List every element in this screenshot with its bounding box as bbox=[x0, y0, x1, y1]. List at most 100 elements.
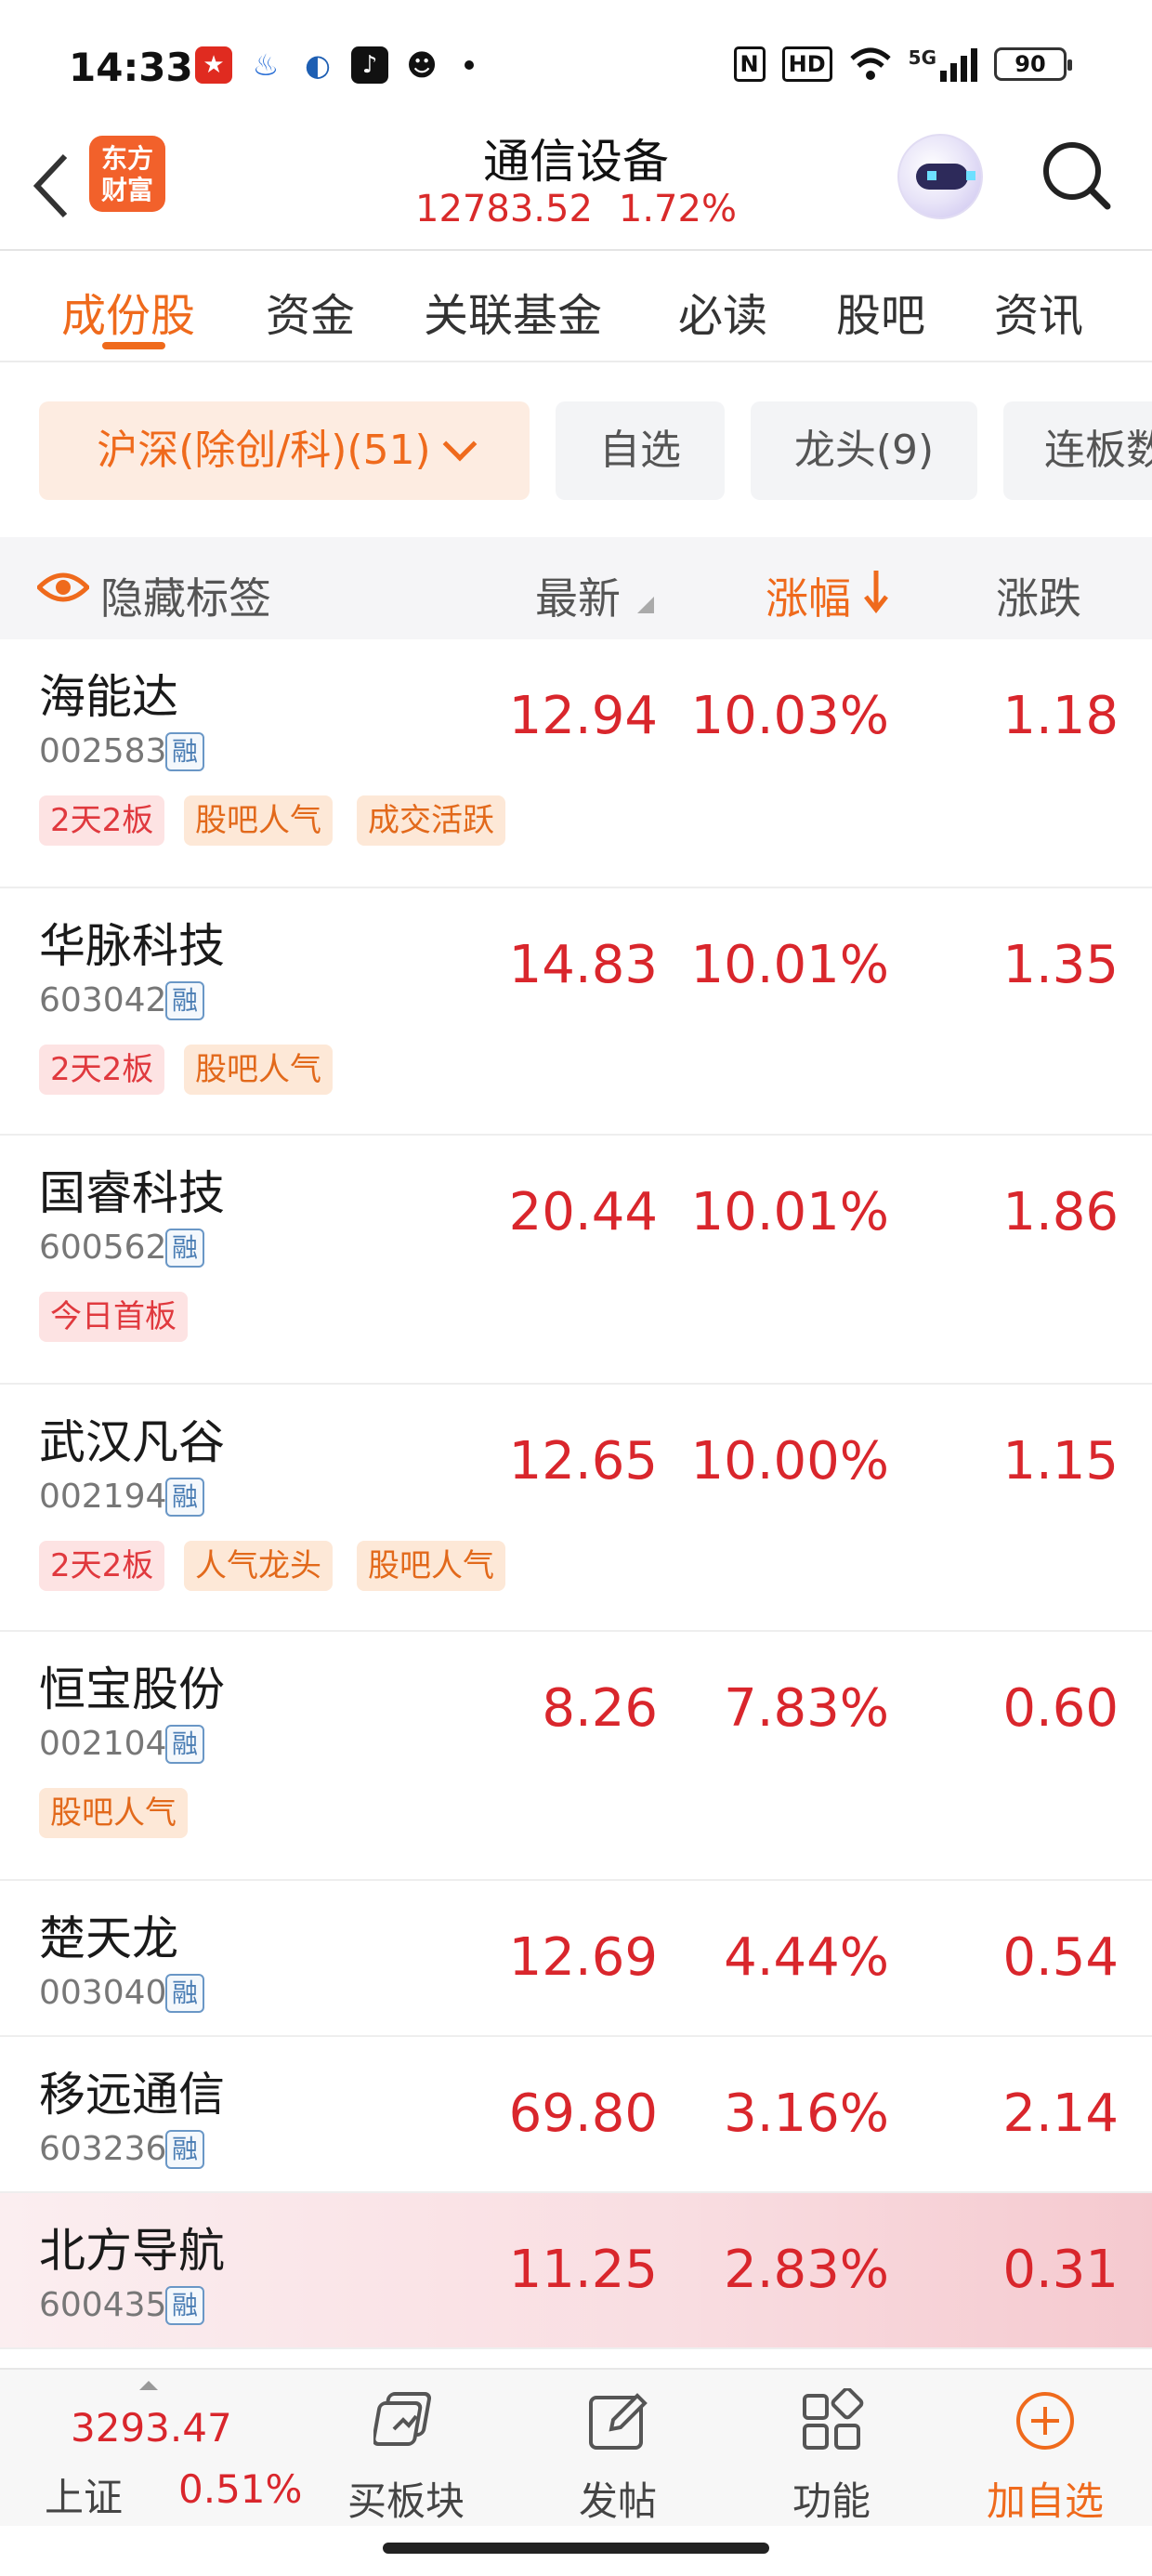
plus-circle-icon bbox=[1016, 2392, 1074, 2450]
stock-name: 北方导航 bbox=[39, 2224, 225, 2278]
pct-change: 4.44% bbox=[724, 1927, 889, 1988]
margin-badge: 融 bbox=[165, 981, 204, 1020]
pct-change: 10.00% bbox=[690, 1431, 889, 1492]
tab-news[interactable]: 资讯 bbox=[994, 279, 1083, 344]
pct-change: 7.83% bbox=[724, 1678, 889, 1739]
buy-sector-label: 买板块 bbox=[347, 2478, 465, 2524]
filter-market[interactable]: 沪深(除创/科)(51) bbox=[39, 401, 530, 500]
functions-button[interactable]: 功能 bbox=[753, 2386, 910, 2527]
tag: 2天2板 bbox=[39, 1045, 165, 1095]
sort-indicator-icon bbox=[637, 597, 654, 613]
status-bar: 14:33 ★ ♨ ◐ ♪ ☻ N HD 5G 90 bbox=[0, 0, 1152, 121]
stock-name: 移远通信 bbox=[39, 2068, 225, 2122]
robot-assistant-icon[interactable] bbox=[897, 134, 983, 219]
home-indicator[interactable] bbox=[383, 2543, 769, 2554]
buy-sector-icon bbox=[372, 2392, 432, 2446]
bottom-bar: 3293.47 上证 0.51% 买板块 发帖 功能 加自选 bbox=[0, 2368, 1152, 2526]
stock-name: 武汉凡谷 bbox=[39, 1415, 225, 1469]
tab-funds[interactable]: 资金 bbox=[266, 279, 355, 344]
column-header: 隐藏标签 最新 涨幅 涨跌 bbox=[0, 537, 1152, 639]
app-icon-red: ★ bbox=[195, 46, 232, 84]
dot-icon bbox=[465, 60, 474, 70]
sector-index-pct: 1.72% bbox=[618, 188, 737, 230]
latest-price: 20.44 bbox=[508, 1182, 658, 1242]
pct-change: 3.16% bbox=[724, 2083, 889, 2144]
stock-row[interactable]: 移远通信 603236 融 69.80 3.16% 2.14 bbox=[0, 2037, 1152, 2193]
stock-name: 华脉科技 bbox=[39, 919, 225, 973]
hd-icon: HD bbox=[781, 46, 832, 82]
tab-must-read[interactable]: 必读 bbox=[678, 279, 767, 344]
stock-name: 国睿科技 bbox=[39, 1166, 225, 1220]
margin-badge: 融 bbox=[165, 1974, 204, 2013]
index-name: 上证 bbox=[45, 2475, 124, 2520]
add-watchlist-button[interactable]: 加自选 bbox=[966, 2388, 1124, 2527]
price-change: 2.14 bbox=[1002, 2083, 1119, 2144]
stock-row[interactable]: 武汉凡谷 002194 融 12.65 10.00% 1.15 2天2板 人气龙… bbox=[0, 1385, 1152, 1632]
filter-limit-up[interactable]: 连板数 bbox=[1003, 401, 1152, 500]
system-icons: N HD 5G 90 bbox=[733, 46, 1072, 82]
stock-row[interactable]: 楚天龙 003040 融 12.69 4.44% 0.54 bbox=[0, 1881, 1152, 2037]
post-label: 发帖 bbox=[578, 2478, 657, 2524]
filter-limit-up-clip: 连板数 bbox=[1003, 401, 1152, 500]
qq-icon: ☻ bbox=[406, 47, 438, 83]
column-latest[interactable]: 最新 bbox=[535, 565, 621, 626]
tab-forum[interactable]: 股吧 bbox=[836, 279, 925, 344]
price-change: 0.60 bbox=[1002, 1678, 1119, 1739]
stock-row[interactable]: 海能达 002583 融 12.94 10.03% 1.18 2天2板 股吧人气… bbox=[0, 639, 1152, 888]
stock-row[interactable]: 华脉科技 603042 融 14.83 10.01% 1.35 2天2板 股吧人… bbox=[0, 888, 1152, 1136]
column-change[interactable]: 涨跌 bbox=[996, 565, 1081, 626]
eye-icon[interactable] bbox=[37, 571, 89, 604]
pct-change: 10.03% bbox=[690, 686, 889, 746]
stock-code: 600435 bbox=[39, 2286, 167, 2324]
column-pct[interactable]: 涨幅 bbox=[766, 565, 851, 626]
latest-price: 12.69 bbox=[508, 1927, 658, 1988]
post-icon bbox=[589, 2393, 648, 2450]
filter-leaders[interactable]: 龙头(9) bbox=[751, 401, 977, 500]
index-pct: 0.51% bbox=[178, 2466, 303, 2512]
price-change: 1.15 bbox=[1002, 1431, 1119, 1492]
stock-code: 002104 bbox=[39, 1725, 167, 1763]
price-change: 1.86 bbox=[1002, 1182, 1119, 1242]
margin-badge: 融 bbox=[165, 1229, 204, 1268]
sector-quote: 12783.52 1.72% bbox=[0, 188, 1152, 230]
stock-code: 003040 bbox=[39, 1974, 167, 2012]
tab-related-funds[interactable]: 关联基金 bbox=[424, 279, 602, 344]
filter-watchlist[interactable]: 自选 bbox=[556, 401, 725, 500]
stock-row[interactable]: 恒宝股份 002104 融 8.26 7.83% 0.60 股吧人气 bbox=[0, 1632, 1152, 1881]
add-watchlist-label: 加自选 bbox=[986, 2478, 1104, 2524]
chevron-down-icon bbox=[442, 427, 478, 462]
tag: 股吧人气 bbox=[357, 1541, 505, 1591]
latest-price: 12.94 bbox=[508, 686, 658, 746]
hide-tags-toggle[interactable]: 隐藏标签 bbox=[100, 565, 271, 626]
tag: 股吧人气 bbox=[39, 1788, 188, 1838]
tiktok-icon: ♪ bbox=[351, 46, 388, 84]
pct-change: 2.83% bbox=[724, 2240, 889, 2300]
functions-label: 功能 bbox=[792, 2478, 871, 2524]
latest-price: 11.25 bbox=[508, 2240, 658, 2300]
stock-row-highlighted[interactable]: 北方导航 600435 融 11.25 2.83% 0.31 bbox=[0, 2193, 1152, 2349]
stock-row[interactable]: 国睿科技 600562 融 20.44 10.01% 1.86 今日首板 bbox=[0, 1136, 1152, 1385]
tag: 2天2板 bbox=[39, 795, 165, 846]
stock-code: 603042 bbox=[39, 981, 167, 1019]
app-icon-blue: ♨ bbox=[252, 47, 280, 83]
latest-price: 69.80 bbox=[508, 2083, 658, 2144]
5g-signal-icon: 5G bbox=[909, 46, 977, 82]
arrow-down-icon bbox=[864, 571, 888, 613]
tab-active-indicator bbox=[102, 342, 165, 349]
stock-name: 恒宝股份 bbox=[39, 1663, 225, 1716]
post-button[interactable]: 发帖 bbox=[539, 2388, 697, 2527]
latest-price: 14.83 bbox=[508, 935, 658, 995]
wifi-icon bbox=[849, 47, 891, 80]
margin-badge: 融 bbox=[165, 1478, 204, 1517]
price-change: 0.54 bbox=[1002, 1927, 1119, 1988]
filter-market-label: 沪深(除创/科)(51) bbox=[97, 427, 431, 474]
tag: 成交活跃 bbox=[357, 795, 505, 846]
tab-bar: 成份股 资金 关联基金 必读 股吧 资讯 bbox=[0, 251, 1152, 362]
price-change: 0.31 bbox=[1002, 2240, 1119, 2300]
caret-up-icon bbox=[139, 2381, 158, 2390]
price-change: 1.18 bbox=[1002, 686, 1119, 746]
buy-sector-button[interactable]: 买板块 bbox=[327, 2388, 485, 2527]
tab-constituents[interactable]: 成份股 bbox=[61, 279, 195, 344]
search-icon[interactable] bbox=[1039, 138, 1113, 212]
app-icon-wave: ◐ bbox=[305, 47, 331, 83]
